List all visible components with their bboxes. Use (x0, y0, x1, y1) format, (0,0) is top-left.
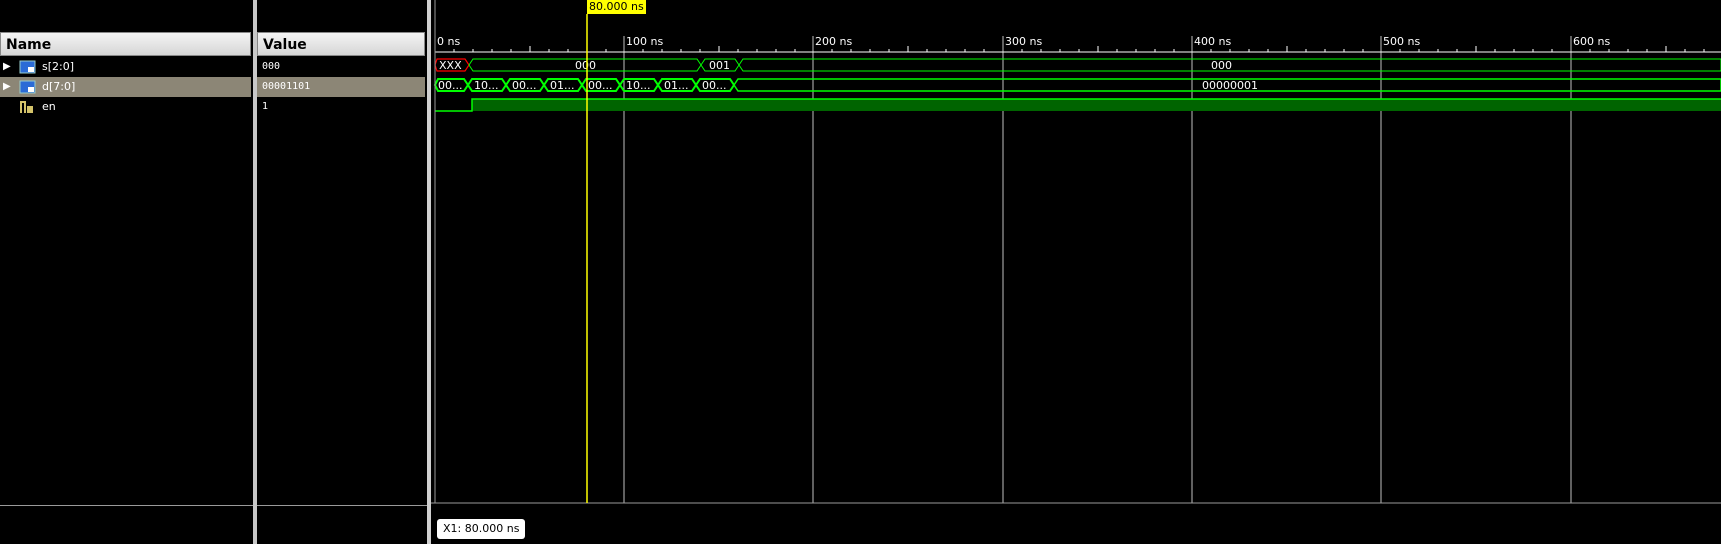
signal-name: d[7:0] (42, 80, 76, 93)
wave-value: 00000001 (1202, 79, 1258, 92)
waveform-en[interactable] (435, 98, 1721, 112)
wave-value: 01... (550, 79, 575, 92)
signal-value: 00001101 (257, 77, 425, 97)
tick-label: 300 ns (1005, 35, 1042, 48)
signal-row-d[interactable]: ▶ d[7:0] (0, 77, 251, 97)
x1-cursor-readout: X1: 80.000 ns (437, 519, 526, 539)
divider (257, 505, 427, 506)
wave-value: 00... (588, 79, 613, 92)
wave-high-fill (472, 99, 1721, 111)
expand-arrow-icon[interactable]: ▶ (3, 57, 11, 77)
waveform-s[interactable]: XXX 000 001 000 (434, 58, 1721, 72)
waveform-viewer[interactable]: 0 ns 100 ns 200 ns 300 ns 400 ns 500 ns … (431, 0, 1721, 544)
wave-value: 00... (438, 79, 463, 92)
wave-value: 000 (1211, 59, 1232, 72)
wave-value: 01... (664, 79, 689, 92)
cursor-time-label[interactable]: 80.000 ns (587, 0, 646, 14)
tick-label: 100 ns (626, 35, 663, 48)
signal-value: 000 (262, 61, 281, 72)
expand-arrow-icon[interactable]: ▶ (3, 77, 11, 97)
wave-value: 10... (626, 79, 651, 92)
bus-icon (19, 80, 36, 94)
tick-label: 600 ns (1573, 35, 1610, 48)
wave-value: 00... (702, 79, 727, 92)
tick-label: 0 ns (437, 35, 460, 48)
tick-label: 500 ns (1383, 35, 1420, 48)
wave-value: 10... (474, 79, 499, 92)
wave-value: 00... (512, 79, 537, 92)
signal-row-en[interactable]: en (0, 97, 251, 117)
wave-value: 000 (575, 59, 596, 72)
name-column-header[interactable]: Name (0, 32, 251, 56)
waveform-canvas[interactable]: 0 ns 100 ns 200 ns 300 ns 400 ns 500 ns … (431, 0, 1721, 544)
wave-value: 001 (709, 59, 730, 72)
value-pane: Value 000 00001101 1 (257, 0, 427, 544)
signal-name: s[2:0] (42, 60, 75, 73)
waveform-d[interactable]: 00... 10... 00... 01... 00... 10... 01..… (433, 78, 1721, 92)
signal-row-s[interactable]: ▶ s[2:0] (0, 57, 251, 77)
value-column-header[interactable]: Value (257, 32, 425, 56)
tick-label: 200 ns (815, 35, 852, 48)
bus-icon (19, 60, 36, 74)
name-pane: Name ▶ s[2:0] ▶ d[7:0] en (0, 0, 253, 544)
signal-value: 1 (262, 101, 269, 112)
divider (0, 505, 253, 506)
logic-signal-icon (20, 101, 33, 113)
tick-label: 400 ns (1194, 35, 1231, 48)
signal-name: en (42, 100, 56, 113)
wave-value: XXX (439, 59, 462, 72)
